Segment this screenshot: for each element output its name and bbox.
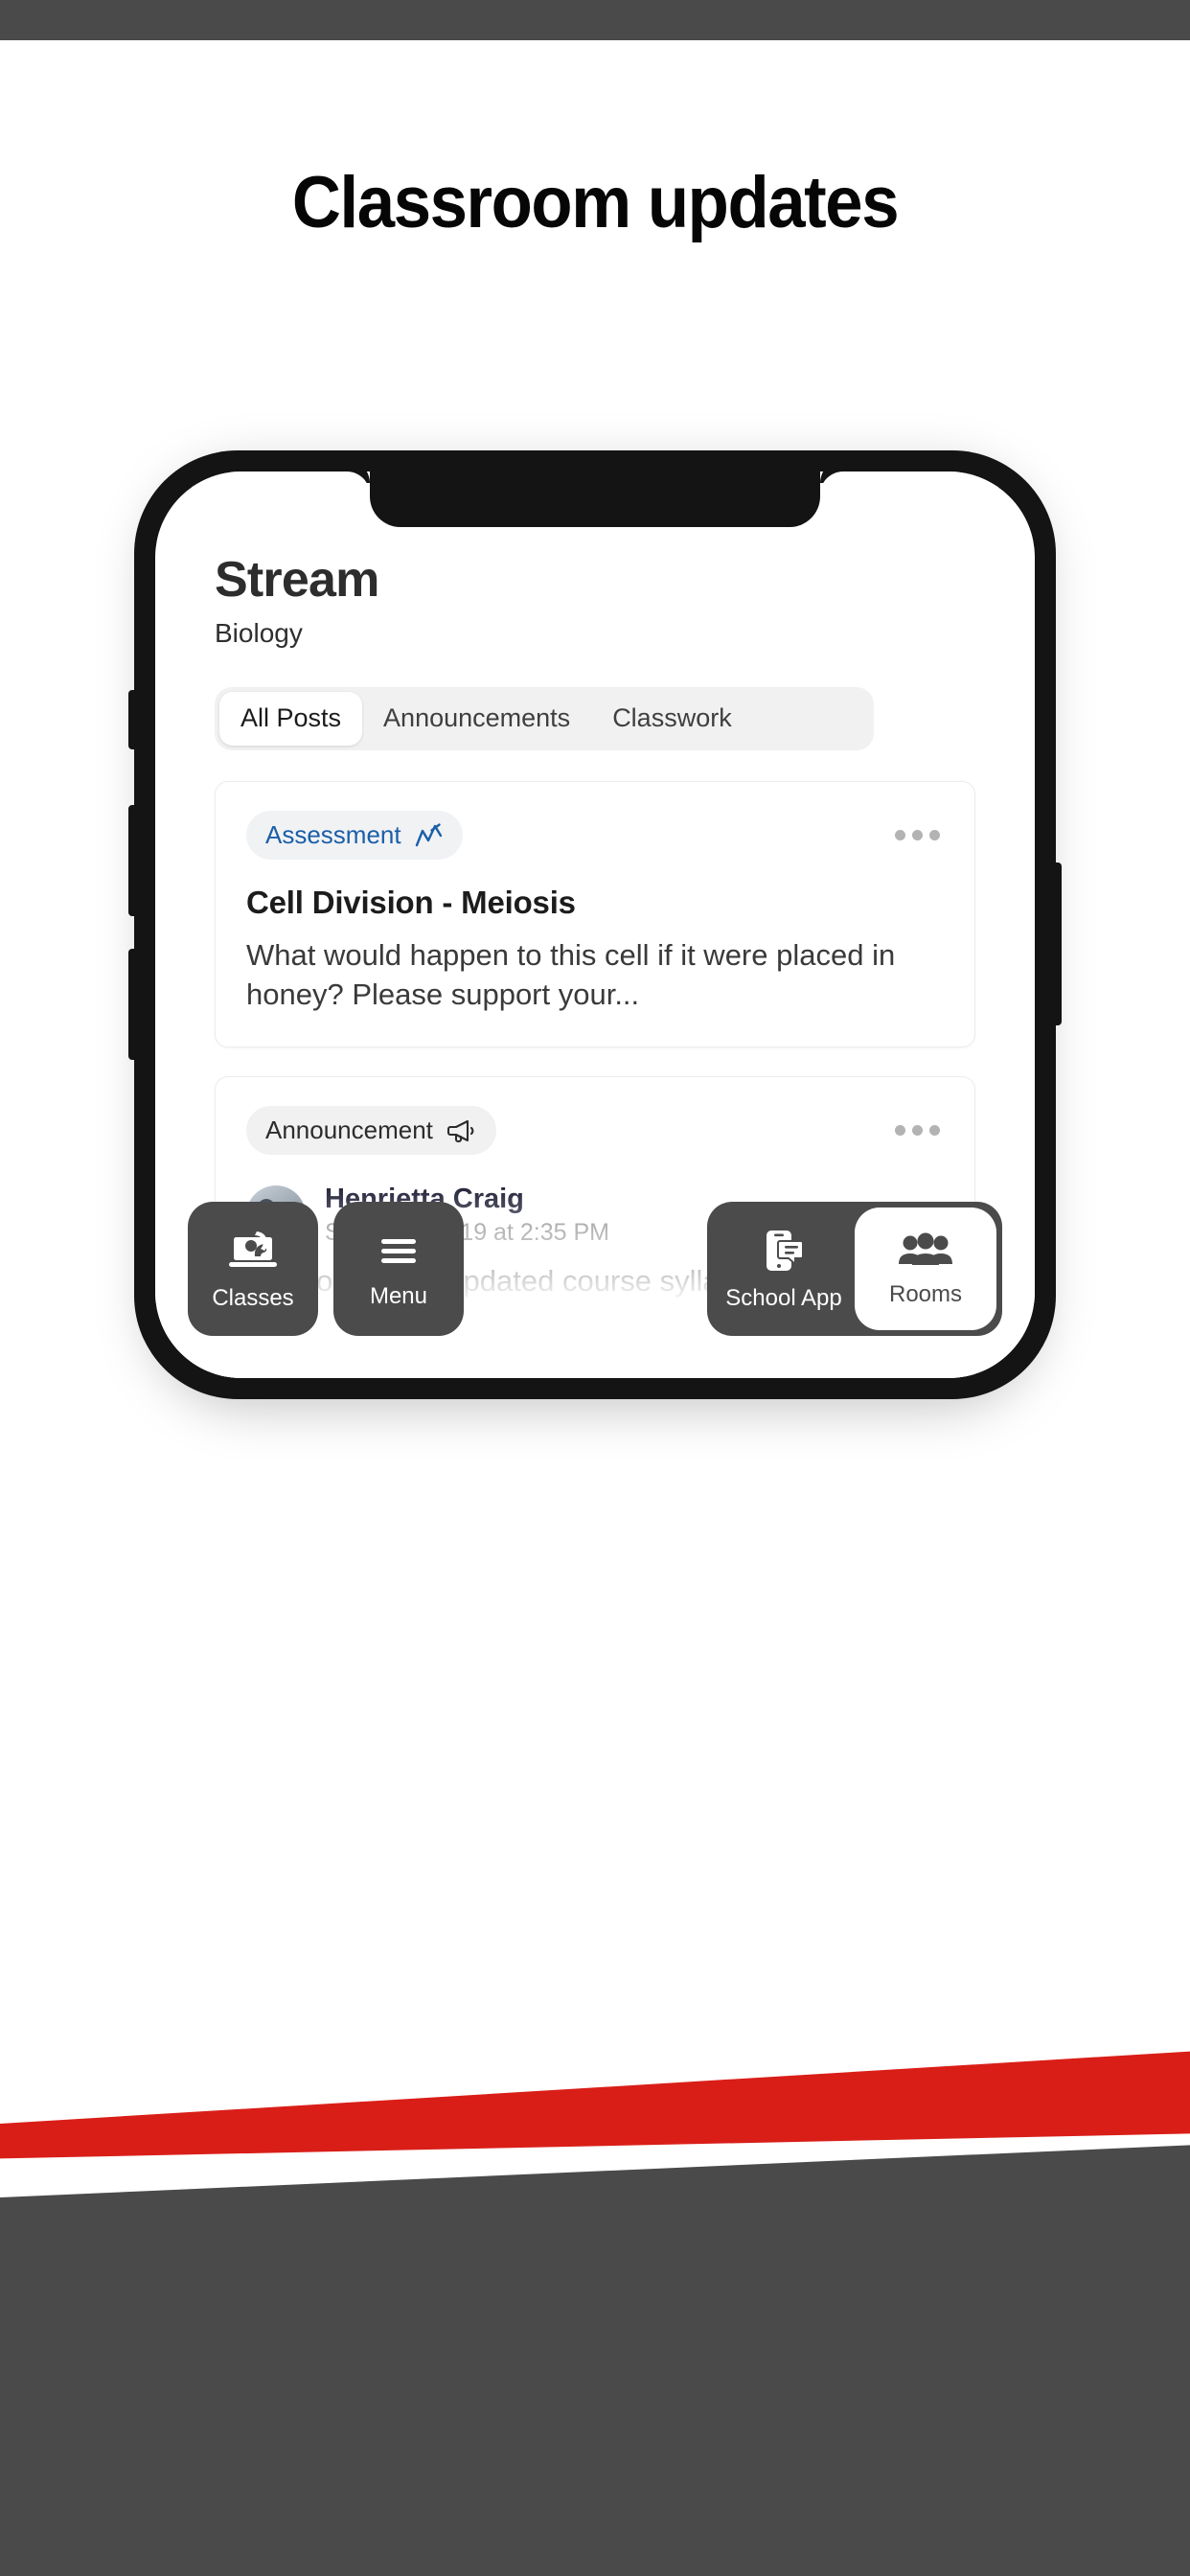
card-header-row: Assessment (246, 810, 944, 860)
people-group-icon (897, 1231, 954, 1270)
overflow-menu-icon[interactable] (891, 822, 944, 848)
nav-label: School App (725, 1285, 842, 1311)
phone-silent-switch (128, 690, 138, 749)
phone-volume-up-button (128, 805, 138, 916)
badge-announcement: Announcement (246, 1106, 496, 1156)
nav-button-menu[interactable]: Menu (333, 1202, 464, 1336)
phone-volume-down-button (128, 949, 138, 1060)
page-title: Classroom updates (291, 162, 900, 243)
nav-left-group: Classes Menu (188, 1202, 464, 1336)
phone-power-button (1052, 862, 1062, 1025)
card-body: What would happen to this cell if it wer… (246, 937, 896, 1011)
card-header-row: Announcement (246, 1106, 944, 1156)
top-status-strip (0, 0, 1190, 40)
raised-hand-desk-icon (225, 1228, 281, 1274)
nav-button-school-app[interactable]: School App (713, 1208, 855, 1330)
analytics-chart-icon (415, 822, 444, 847)
nav-label: Rooms (888, 1281, 963, 1307)
tab-all-posts[interactable]: All Posts (219, 691, 363, 746)
badge-group: Announcement (246, 1106, 496, 1156)
phone-chat-icon (757, 1228, 811, 1274)
tab-classwork[interactable]: Classwork (591, 692, 753, 746)
badge-label: Announcement (265, 1116, 433, 1145)
bottom-navigation: Classes Menu School App Rooms (155, 1202, 1035, 1336)
phone-mockup: Stream Biology All Posts Announcements C… (128, 450, 1062, 1409)
app-viewport: Stream Biology All Posts Announcements C… (155, 472, 1035, 1378)
phone-notch (370, 472, 820, 527)
nav-right-group: School App Rooms (707, 1202, 1002, 1336)
nav-label: Menu (369, 1283, 428, 1309)
badge-assessment: Assessment (246, 810, 463, 860)
segmented-tab-bar[interactable]: All Posts Announcements Classwork (215, 686, 874, 750)
course-subtitle: Biology (215, 617, 303, 648)
overflow-menu-icon[interactable] (891, 1117, 944, 1143)
megaphone-icon (446, 1118, 477, 1143)
card-title: Cell Division - Meiosis (246, 884, 576, 920)
nav-button-classes[interactable]: Classes (188, 1202, 318, 1336)
background-dark-panel (0, 2197, 1190, 2576)
badge-label: Assessment (265, 819, 401, 849)
post-card-assessment[interactable]: Assessment Cell Division - Meiosis What … (215, 780, 975, 1048)
hamburger-menu-icon (373, 1230, 424, 1272)
page-heading: Stream (215, 552, 379, 608)
nav-button-rooms[interactable]: Rooms (855, 1208, 996, 1330)
phone-screen: Stream Biology All Posts Announcements C… (155, 472, 1035, 1378)
phone-frame: Stream Biology All Posts Announcements C… (128, 450, 1062, 1399)
tab-announcements[interactable]: Announcements (362, 692, 591, 746)
nav-label: Classes (212, 1285, 294, 1311)
badge-group: Assessment (246, 810, 463, 860)
